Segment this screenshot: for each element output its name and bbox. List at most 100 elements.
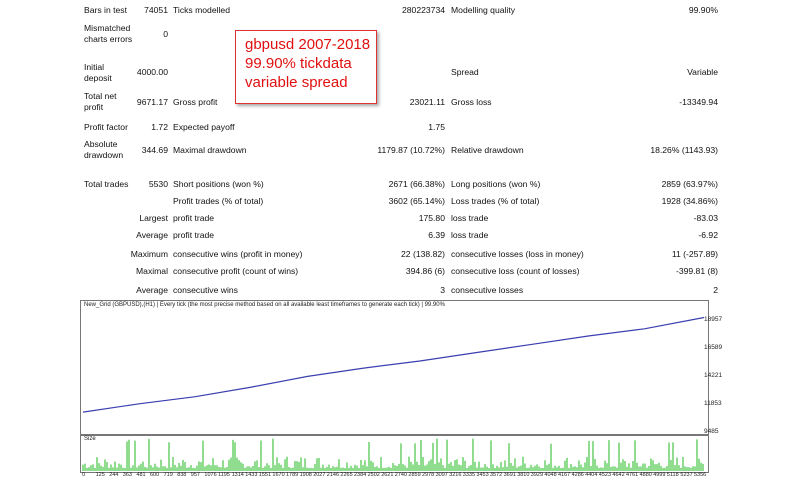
x-tick-label: 838 xyxy=(177,472,187,478)
profit-trades-value: 3602 (65.14%) xyxy=(388,196,445,206)
initial-value: 4000.00 xyxy=(136,67,168,77)
ticks-label: Ticks modelled xyxy=(173,5,230,15)
average-losses-label: consecutive losses xyxy=(451,285,524,295)
mismatch-label-2: charts errors xyxy=(84,34,133,44)
x-tick-label: 5118 xyxy=(666,472,679,478)
maxdd-value: 1179.87 (10.72%) xyxy=(377,145,445,155)
average-label: Average xyxy=(136,230,168,240)
x-tick-label: 2265 xyxy=(340,472,353,478)
short-value: 2671 (66.38%) xyxy=(388,179,445,189)
average-profit-value: 6.39 xyxy=(428,230,445,240)
volume-chart-svg xyxy=(82,438,704,471)
x-tick-label: 1433 xyxy=(245,472,258,478)
x-tick-label: 3335 xyxy=(462,472,476,478)
bars-label: Bars in test xyxy=(84,5,127,15)
y-tick-label: 18957 xyxy=(704,316,723,323)
x-tick-label: 3929 xyxy=(530,472,544,478)
maximal-loss-value: -399.81 (8) xyxy=(675,266,718,276)
x-tick-label: 5237 xyxy=(680,472,693,478)
y-tick-label: 14221 xyxy=(704,372,723,379)
x-tick-label: 4880 xyxy=(639,472,652,478)
balance-chart xyxy=(80,300,709,435)
average-losses-value: 2 xyxy=(713,285,718,295)
maximum-losses-value: 11 (-257.89) xyxy=(671,249,718,259)
grossloss-label: Gross loss xyxy=(451,97,492,107)
spread-value: Variable xyxy=(687,67,718,77)
grossloss-value: -13349.94 xyxy=(679,97,718,107)
maximum-label: Maximum xyxy=(130,249,168,259)
annotation-callout: gbpusd 2007-2018 99.90% tickdata variabl… xyxy=(235,30,377,104)
x-tick-label: 4523 xyxy=(598,472,612,478)
x-tick-label: 719 xyxy=(163,472,173,478)
y-tick-label: 16589 xyxy=(704,344,723,351)
absdd-value: 344.69 xyxy=(141,145,168,155)
x-tick-label: 2502 xyxy=(367,472,380,478)
callout-line-1: gbpusd 2007-2018 xyxy=(245,36,371,53)
largest-label: Largest xyxy=(139,213,168,223)
profit-trades-label: Profit trades (% of total) xyxy=(173,196,264,206)
netprofit-value: 9671.17 xyxy=(136,97,168,107)
loss-trades-value: 1928 (34.86%) xyxy=(661,196,718,206)
x-tick-label: 3097 xyxy=(435,472,448,478)
average-profit-label: profit trade xyxy=(173,230,215,240)
x-tick-label: 2384 xyxy=(354,472,367,478)
reldd-label: Relative drawdown xyxy=(451,145,524,155)
x-tick-label: 3810 xyxy=(517,472,530,478)
x-tick-label: 4642 xyxy=(612,472,625,478)
y-tick-label: 9485 xyxy=(704,428,719,435)
absdd-label-2: drawdown xyxy=(84,150,124,160)
chart-header: New_Grid (GBPUSD),(H1) | Every tick (the… xyxy=(84,302,445,308)
x-tick-label: 125 xyxy=(95,472,105,478)
y-tick-label: 11853 xyxy=(704,400,722,407)
quality-label: Modelling quality xyxy=(451,5,516,15)
initial-label: Initial xyxy=(84,62,105,72)
maximal-loss-label: consecutive loss (count of losses) xyxy=(451,266,580,276)
x-tick-label: 957 xyxy=(190,472,200,478)
x-tick-label: 2859 xyxy=(408,472,421,478)
mismatch-label: Mismatched xyxy=(84,23,131,33)
x-tick-label: 600 xyxy=(150,472,160,478)
spread-label: Spread xyxy=(451,67,479,77)
grossprofit-label: Gross profit xyxy=(173,97,218,107)
x-tick-label: 1195 xyxy=(218,472,230,478)
x-tick-label: 0 xyxy=(82,472,86,478)
x-tick-label: 2978 xyxy=(422,472,435,478)
x-tick-label: 3216 xyxy=(449,472,462,478)
volume-size-label: Size xyxy=(84,436,96,442)
bars-value: 74051 xyxy=(144,5,168,15)
x-tick-label: 3572 xyxy=(490,472,503,478)
average-wins-value: 3 xyxy=(440,285,445,295)
quality-value: 99.90% xyxy=(688,5,718,15)
netprofit-label-2: profit xyxy=(84,102,104,112)
average-loss-value: -6.92 xyxy=(698,230,718,240)
maxdd-label: Maximal drawdown xyxy=(173,145,247,155)
x-tick-label: 3453 xyxy=(476,472,489,478)
maximal-profit-value: 394.86 (6) xyxy=(405,266,445,276)
maximal-profit-label: consecutive profit (count of wins) xyxy=(173,266,299,276)
pf-label: Profit factor xyxy=(84,122,128,132)
payoff-label: Expected payoff xyxy=(173,122,235,132)
maximal-label: Maximal xyxy=(136,266,168,276)
initial-label-2: deposit xyxy=(84,73,112,83)
x-tick-label: 481 xyxy=(136,472,146,478)
pf-value: 1.72 xyxy=(151,122,168,132)
x-tick-label: 363 xyxy=(122,472,132,478)
x-tick-label: 1076 xyxy=(204,472,217,478)
x-tick-label: 4167 xyxy=(558,472,571,478)
x-tick-label: 3691 xyxy=(503,472,516,478)
x-tick-label: 1670 xyxy=(272,472,285,478)
x-tick-label: 1908 xyxy=(299,472,312,478)
callout-line-2: 99.90% tickdata xyxy=(245,55,352,72)
x-tick-label: 2740 xyxy=(394,472,408,478)
largest-profit-value: 175.80 xyxy=(418,213,445,223)
maximum-wins-value: 22 (138.82) xyxy=(401,249,445,259)
volume-chart xyxy=(80,435,709,473)
x-tick-label: 4404 xyxy=(585,472,598,478)
trades-label: Total trades xyxy=(84,179,129,189)
balance-chart-svg xyxy=(82,316,705,413)
x-tick-label: 4048 xyxy=(544,472,557,478)
x-tick-label: 4286 xyxy=(571,472,584,478)
reldd-value: 18.26% (1143.93) xyxy=(650,145,718,155)
average-wins-label: consecutive wins xyxy=(173,285,238,295)
x-tick-label: 1551 xyxy=(258,472,272,478)
